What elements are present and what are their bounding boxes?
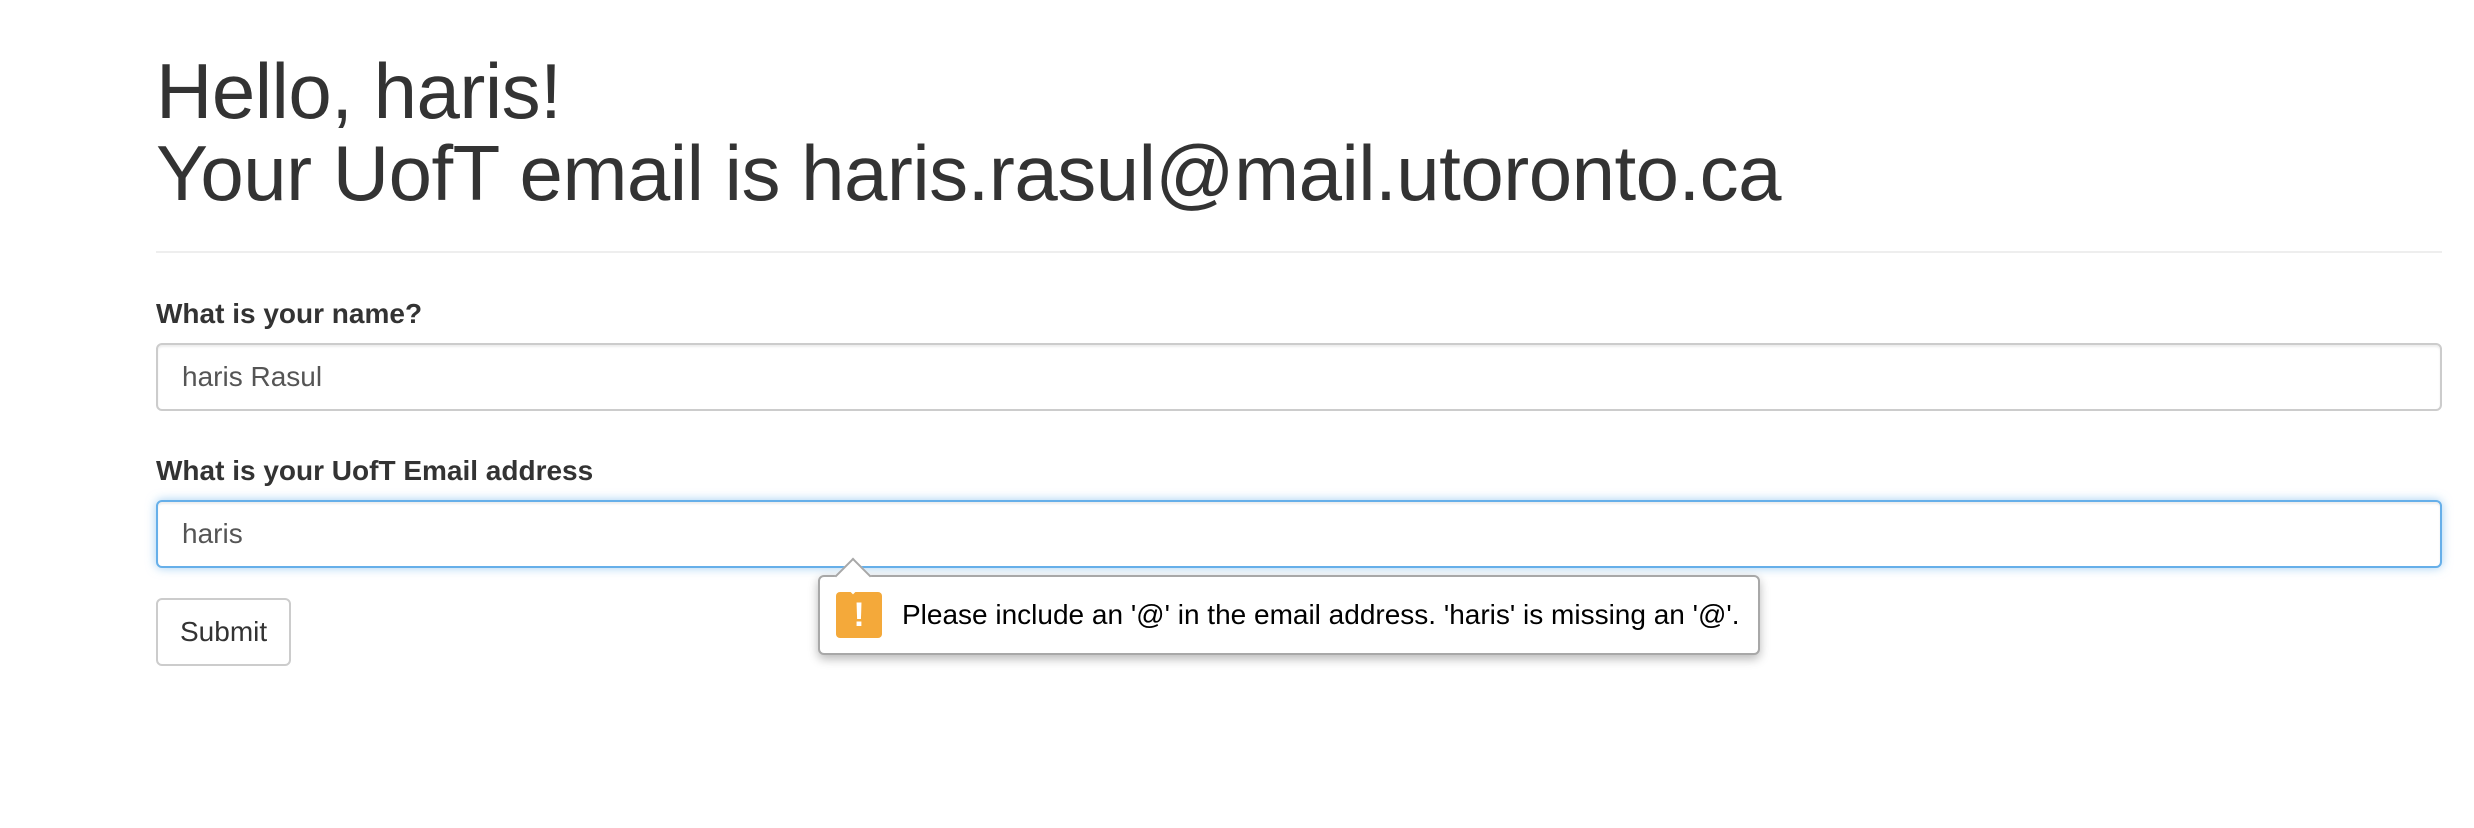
name-label: What is your name?: [156, 298, 423, 329]
page-title: Hello, haris! Your UofT email is haris.r…: [156, 50, 2442, 214]
email-input[interactable]: [156, 500, 2442, 568]
email-info-text: Your UofT email is haris.rasul@mail.utor…: [156, 129, 1782, 217]
exclamation-icon: !: [836, 592, 882, 638]
page-content: Hello, haris! Your UofT email is haris.r…: [156, 50, 2442, 666]
name-form-group: What is your name?: [156, 297, 2442, 411]
name-input[interactable]: [156, 343, 2442, 411]
divider: [156, 251, 2442, 253]
email-form-group: What is your UofT Email address: [156, 454, 2442, 568]
email-label: What is your UofT Email address: [156, 455, 594, 486]
validation-tooltip: ! Please include an '@' in the email add…: [818, 557, 1760, 655]
greeting-text: Hello, haris!: [156, 47, 562, 135]
submit-button[interactable]: Submit: [156, 598, 292, 666]
validation-message: Please include an '@' in the email addre…: [902, 599, 1740, 630]
